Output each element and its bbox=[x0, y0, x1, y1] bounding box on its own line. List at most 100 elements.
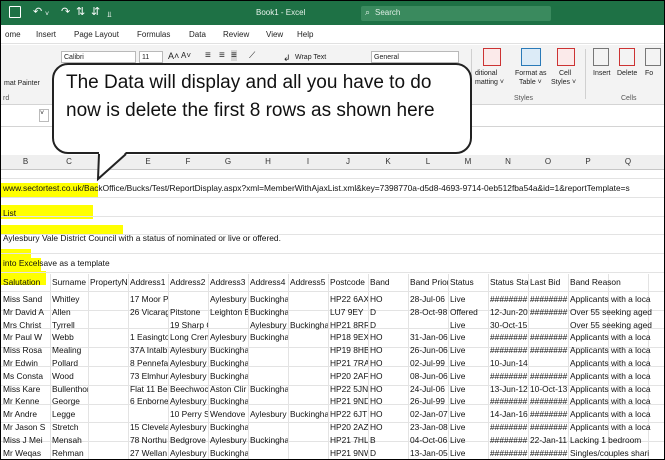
window-title: Book1 - Excel bbox=[256, 8, 306, 17]
insert-cells-button[interactable]: Insert bbox=[593, 70, 611, 77]
column-header-o[interactable]: O bbox=[528, 157, 568, 166]
table-row-cell[interactable]: ######## bbox=[528, 445, 568, 459]
number-format-select[interactable]: General bbox=[371, 51, 459, 63]
column-header-h[interactable]: H bbox=[248, 157, 288, 166]
header-cell[interactable]: PropertyN bbox=[88, 274, 128, 290]
format-as-table-icon[interactable] bbox=[521, 48, 541, 66]
align-top-icon[interactable]: ≡ bbox=[205, 50, 211, 61]
grid-row-line bbox=[1, 253, 664, 254]
format-cells-icon[interactable] bbox=[645, 48, 661, 66]
header-cell[interactable]: Surname bbox=[50, 274, 88, 290]
table-row-cell[interactable]: HP21 9NW bbox=[328, 445, 368, 459]
format-as-table-label-2[interactable]: Table ˅ bbox=[519, 79, 542, 86]
customize-qat-icon[interactable]: ⫫ bbox=[107, 9, 112, 20]
table-row-cell[interactable]: Singles/couples shari bbox=[568, 445, 664, 459]
header-cell[interactable]: Status bbox=[448, 274, 488, 290]
column-header-n[interactable]: N bbox=[488, 157, 528, 166]
column-header-f[interactable]: F bbox=[168, 157, 208, 166]
undo-dropdown-icon[interactable]: ˅ bbox=[45, 9, 49, 20]
column-header-m[interactable]: M bbox=[448, 157, 488, 166]
conditional-formatting-label-2[interactable]: matting ˅ bbox=[475, 79, 504, 86]
header-cell[interactable]: Band Priori bbox=[408, 274, 448, 290]
header-cell[interactable]: Band Reason bbox=[568, 274, 664, 290]
search-box[interactable]: ⌕ Search bbox=[361, 6, 551, 21]
cell-styles-icon[interactable] bbox=[557, 48, 575, 66]
header-cell[interactable]: Salutation bbox=[1, 274, 50, 290]
column-header-i[interactable]: I bbox=[288, 157, 328, 166]
table-row-cell[interactable] bbox=[88, 445, 128, 459]
sort-ascending-icon[interactable]: ⇅ bbox=[76, 7, 85, 18]
callout-bubble: The Data will display and all you have t… bbox=[52, 63, 472, 154]
header-cell[interactable]: Postcode bbox=[328, 274, 368, 290]
sort-descending-icon[interactable]: ⇵ bbox=[91, 7, 100, 18]
header-cell[interactable]: Status Stat bbox=[488, 274, 528, 290]
name-box-dropdown-icon[interactable]: ˅ bbox=[39, 109, 49, 122]
orientation-icon[interactable]: ⟋ bbox=[249, 50, 255, 61]
ribbon-tabs: ome Insert Page Layout Formulas Data Rev… bbox=[1, 25, 664, 44]
format-as-table-label[interactable]: Format as bbox=[515, 70, 547, 77]
tab-insert[interactable]: Insert bbox=[36, 30, 56, 39]
tab-formulas[interactable]: Formulas bbox=[137, 30, 170, 39]
insert-cells-icon[interactable] bbox=[593, 48, 609, 66]
grid-row-line bbox=[1, 216, 664, 217]
format-cells-button[interactable]: Fo bbox=[645, 70, 653, 77]
undo-icon[interactable]: ↶ bbox=[33, 7, 42, 18]
column-header-k[interactable]: K bbox=[368, 157, 408, 166]
table-row-cell[interactable]: Buckinghamshire bbox=[208, 445, 248, 459]
tab-review[interactable]: Review bbox=[223, 30, 249, 39]
align-bottom-icon[interactable]: ≡ bbox=[231, 50, 237, 61]
list-cell[interactable]: List bbox=[1, 205, 16, 221]
column-header-q[interactable]: Q bbox=[608, 157, 648, 166]
table-row-cell[interactable]: Rehman bbox=[50, 445, 88, 459]
header-cell[interactable]: Address2 bbox=[168, 274, 208, 290]
table-row-cell[interactable] bbox=[288, 445, 328, 459]
save-icon[interactable] bbox=[9, 6, 21, 18]
conditional-formatting-icon[interactable] bbox=[483, 48, 501, 66]
tab-data[interactable]: Data bbox=[189, 30, 206, 39]
font-size-select[interactable]: 11 bbox=[139, 51, 163, 63]
council-cell[interactable]: Aylesbury Vale District Council with a s… bbox=[1, 230, 601, 246]
table-row-cell[interactable]: D bbox=[368, 445, 408, 459]
header-cell[interactable]: Last Bid bbox=[528, 274, 568, 290]
column-header-j[interactable]: J bbox=[328, 157, 368, 166]
delete-cells-icon[interactable] bbox=[619, 48, 635, 66]
tab-home[interactable]: ome bbox=[5, 30, 21, 39]
table-row-cell[interactable]: Live bbox=[448, 445, 488, 459]
cell-styles-label-2[interactable]: Styles ˅ bbox=[551, 79, 576, 86]
tab-page-layout[interactable]: Page Layout bbox=[74, 30, 119, 39]
redo-icon[interactable]: ↷ bbox=[61, 7, 70, 18]
format-painter-button[interactable]: mat Painter bbox=[4, 80, 40, 87]
worksheet-grid[interactable]: www.sectortest.co.uk/BackOffice/Bucks/Te… bbox=[1, 170, 664, 459]
column-header-l[interactable]: L bbox=[408, 157, 448, 166]
callout-text: The Data will display and all you have t… bbox=[66, 72, 435, 121]
column-header-g[interactable]: G bbox=[208, 157, 248, 166]
table-row-cell[interactable]: Aylesbury bbox=[168, 445, 208, 459]
increase-font-button[interactable]: A˄ bbox=[168, 51, 179, 61]
search-placeholder: Search bbox=[375, 8, 401, 17]
table-row-cell[interactable] bbox=[248, 445, 288, 459]
header-cell[interactable]: Address5 bbox=[288, 274, 328, 290]
conditional-formatting-label[interactable]: ditional bbox=[475, 70, 497, 77]
font-name-select[interactable]: Calibri bbox=[61, 51, 136, 63]
header-cell[interactable]: Address3 bbox=[208, 274, 248, 290]
callout-pointer bbox=[96, 152, 127, 182]
table-row-cell[interactable]: ######## bbox=[488, 445, 528, 459]
header-cell[interactable]: Band bbox=[368, 274, 408, 290]
table-row-cell[interactable]: Mr Weqas bbox=[1, 445, 50, 459]
wrap-text-button[interactable]: Wrap Text bbox=[295, 54, 326, 61]
cell-styles-label[interactable]: Cell bbox=[559, 70, 571, 77]
template-cell[interactable]: into Excelsave as a template bbox=[1, 255, 301, 271]
align-middle-icon[interactable]: ≡ bbox=[219, 50, 225, 61]
cells-group-label: Cells bbox=[621, 95, 637, 102]
delete-cells-button[interactable]: Delete bbox=[617, 70, 637, 77]
decrease-font-button[interactable]: A˅ bbox=[181, 51, 191, 60]
table-row-cell[interactable]: 13-Jan-05 bbox=[408, 445, 448, 459]
column-header-b[interactable]: B bbox=[1, 157, 50, 166]
header-cell[interactable]: Address4 bbox=[248, 274, 288, 290]
table-row-cell[interactable]: 27 Wellan bbox=[128, 445, 168, 459]
column-header-p[interactable]: P bbox=[568, 157, 608, 166]
tab-view[interactable]: View bbox=[266, 30, 283, 39]
header-cell[interactable]: Address1 bbox=[128, 274, 168, 290]
excel-window: ↶ ˅ ↷ ⇅ ⇵ ⫫ Book1 - Excel ⌕ Search ome I… bbox=[0, 0, 665, 460]
tab-help[interactable]: Help bbox=[297, 30, 313, 39]
